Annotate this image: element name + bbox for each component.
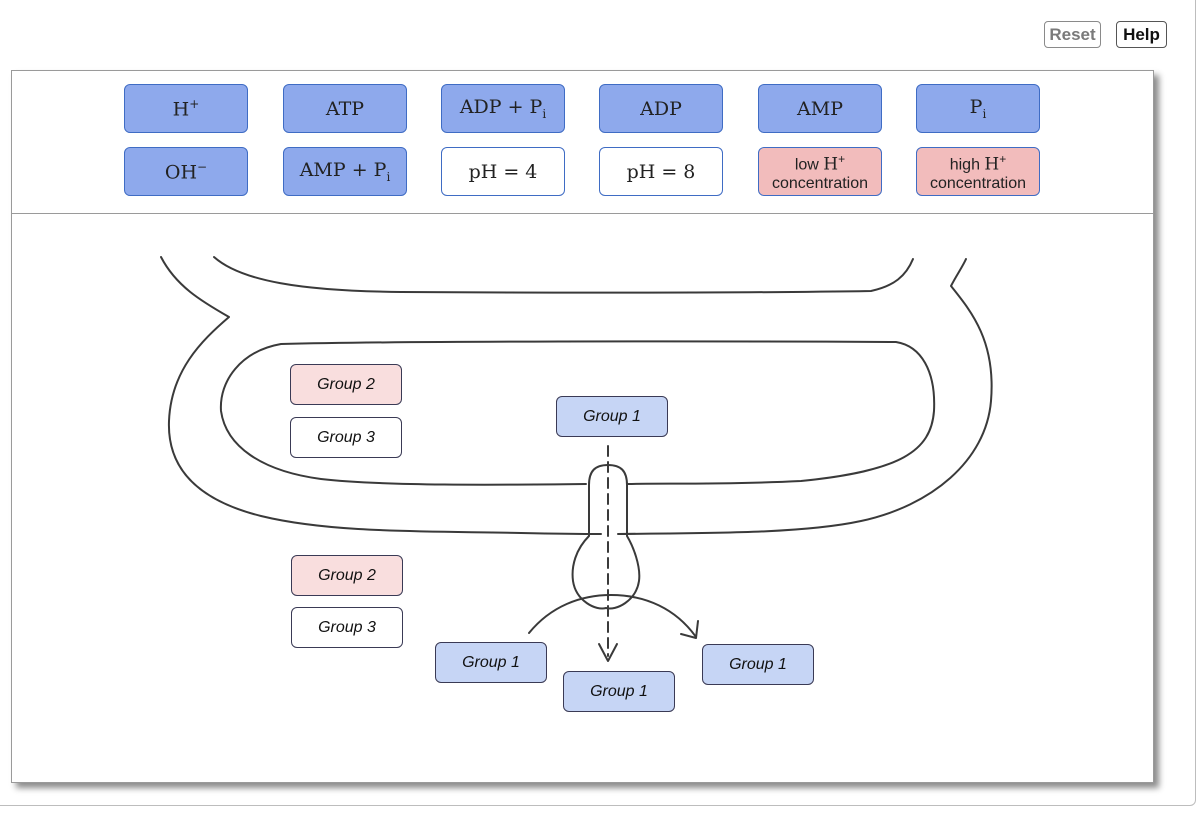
tile-high-h-concentration[interactable]: high H+ concentration <box>916 147 1040 196</box>
tile-label: pH = 8 <box>626 160 696 183</box>
drop-target-channel-group-1[interactable]: Group 1 <box>556 396 668 437</box>
drop-target-label: Group 1 <box>462 653 520 671</box>
drop-target-label: Group 2 <box>317 375 375 393</box>
tile-label: ADP + Pi <box>459 96 547 121</box>
tile-adp-pi[interactable]: ADP + Pi <box>441 84 565 133</box>
drop-target-label: Group 3 <box>318 618 376 636</box>
rotation-arrow-head <box>680 620 699 639</box>
tile-label: ATP <box>325 97 365 120</box>
drop-target-label: Group 3 <box>317 428 375 446</box>
tile-label-line1: high H+ <box>949 151 1007 175</box>
tile-label: pH = 4 <box>468 160 538 183</box>
tile-label-line1: low H+ <box>794 151 846 175</box>
drop-target-label: Group 1 <box>590 682 648 700</box>
reset-button[interactable]: Reset <box>1044 21 1101 48</box>
tile-amp-pi[interactable]: AMP + Pi <box>283 147 407 196</box>
diagram-canvas: Group 2 Group 3 Group 1 Group 2 Group 3 … <box>12 214 1153 784</box>
drop-target-label: Group 1 <box>729 655 787 673</box>
help-button[interactable]: Help <box>1116 21 1167 48</box>
tile-label: OH− <box>164 159 208 184</box>
tile-label: Pi <box>969 96 987 121</box>
rotation-arrow <box>528 594 697 638</box>
tile-label: AMP + Pi <box>299 159 391 184</box>
outer-membrane-outer-line-right <box>617 258 993 535</box>
tile-h-plus[interactable]: H+ <box>124 84 248 133</box>
atp-synthase-stem <box>571 464 641 610</box>
drop-target-arrow-right-group-1[interactable]: Group 1 <box>702 644 814 685</box>
tile-label-line2: concentration <box>929 175 1027 193</box>
tile-amp[interactable]: AMP <box>758 84 882 133</box>
tile-label: H+ <box>172 96 200 121</box>
outer-membrane-inner-line <box>213 256 914 294</box>
drop-target-label: Group 1 <box>583 407 641 425</box>
tile-pi[interactable]: Pi <box>916 84 1040 133</box>
drop-target-outer-group-3[interactable]: Group 3 <box>291 607 403 648</box>
workspace: H+ ATP ADP + Pi ADP AMP Pi OH− AMP + Pi … <box>11 70 1154 783</box>
tile-adp[interactable]: ADP <box>599 84 723 133</box>
down-arrow-head <box>598 643 618 662</box>
tile-ph-4[interactable]: pH = 4 <box>441 147 565 196</box>
drop-target-label: Group 2 <box>318 566 376 584</box>
drop-target-outer-group-2[interactable]: Group 2 <box>291 555 403 596</box>
tile-low-h-concentration[interactable]: low H+ concentration <box>758 147 882 196</box>
drop-target-inner-group-2[interactable]: Group 2 <box>290 364 402 405</box>
tile-label-line2: concentration <box>771 175 869 193</box>
tile-oh-minus[interactable]: OH− <box>124 147 248 196</box>
tile-label: ADP <box>640 97 682 120</box>
drop-target-inner-group-3[interactable]: Group 3 <box>290 417 402 458</box>
tile-ph-8[interactable]: pH = 8 <box>599 147 723 196</box>
tile-atp[interactable]: ATP <box>283 84 407 133</box>
tile-label: AMP <box>797 97 843 120</box>
drop-target-arrow-center-group-1[interactable]: Group 1 <box>563 671 675 712</box>
label-palette: H+ ATP ADP + Pi ADP AMP Pi OH− AMP + Pi … <box>12 71 1153 214</box>
drop-target-arrow-left-group-1[interactable]: Group 1 <box>435 642 547 683</box>
